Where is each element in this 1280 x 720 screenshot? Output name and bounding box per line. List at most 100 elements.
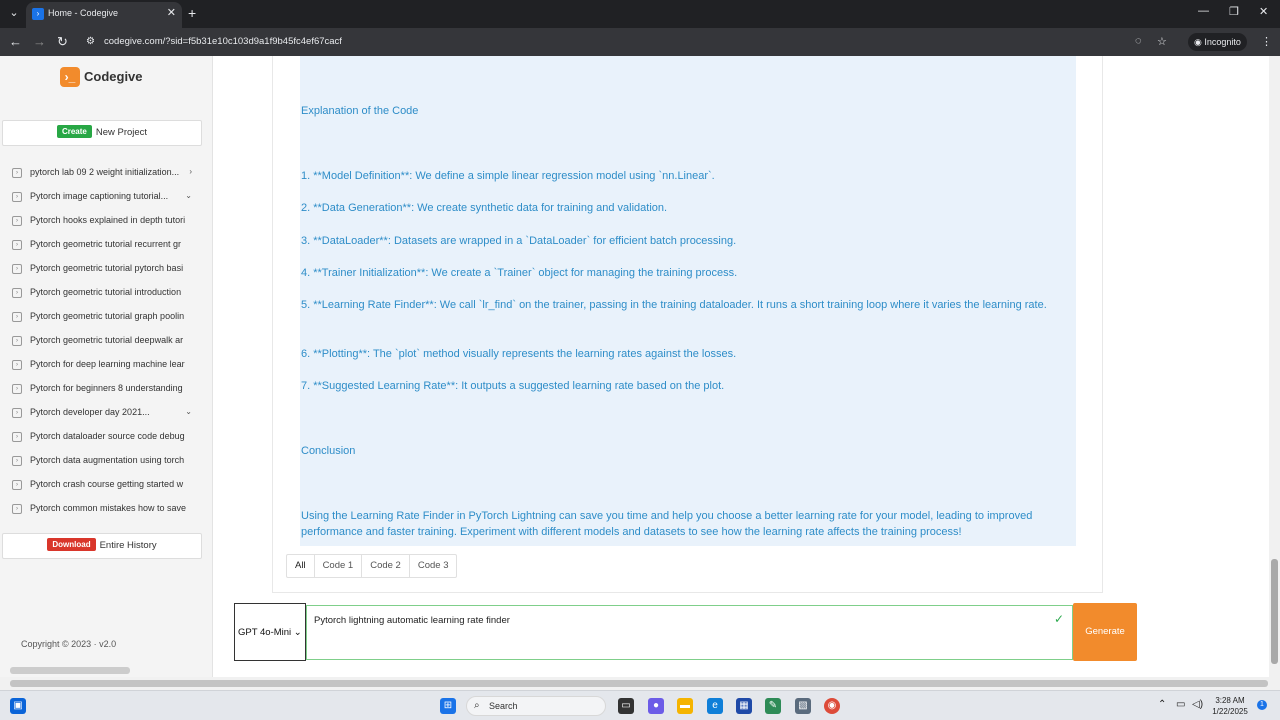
- page-horizontal-scrollbar[interactable]: [0, 677, 1269, 690]
- history-item[interactable]: › Pytorch image captioning tutorial... ⌄: [0, 185, 212, 209]
- chevron-down-icon[interactable]: ⌄: [185, 407, 192, 416]
- sidebar: ›_ Codegive Create New Project › pytorch l…: [0, 56, 213, 690]
- forward-icon[interactable]: →: [33, 34, 46, 50]
- logo-text: Codegive: [84, 69, 143, 84]
- tab-code-1[interactable]: Code 1: [315, 555, 363, 577]
- url-field[interactable]: codegive.com/?sid=f5b31e10c103d9a1f9b45f…: [104, 36, 342, 47]
- horizontal-scroll-thumb[interactable]: [10, 680, 1268, 687]
- chevron-right-icon[interactable]: ›: [189, 167, 192, 176]
- search-icon: ⌕: [474, 700, 480, 711]
- explanation-heading: Explanation of the Code: [301, 105, 419, 117]
- step-item: 7. **Suggested Learning Rate**: It outpu…: [301, 380, 725, 392]
- edge-icon[interactable]: e: [707, 698, 723, 714]
- file-explorer-icon[interactable]: ▬: [677, 698, 693, 714]
- chat-icon[interactable]: ●: [648, 698, 664, 714]
- network-icon[interactable]: ▭: [1176, 699, 1185, 710]
- new-project-label: New Project: [95, 127, 148, 138]
- maximize-icon[interactable]: ❐: [1229, 5, 1239, 18]
- reload-icon[interactable]: ↻: [57, 34, 68, 50]
- create-badge: Create: [56, 125, 92, 138]
- history-item[interactable]: › Pytorch for beginners 8 understanding: [0, 377, 212, 401]
- terminal-icon: ›: [12, 240, 22, 250]
- taskbar-search[interactable]: ⌕ Search: [466, 696, 606, 716]
- incognito-badge[interactable]: ◉ Incognito: [1188, 33, 1247, 51]
- check-icon: ✓: [1053, 612, 1064, 626]
- history-item[interactable]: › Pytorch geometric tutorial introduction: [0, 281, 212, 305]
- history-item[interactable]: › Pytorch hooks explained in depth tutori: [0, 209, 212, 233]
- step-item: 3. **DataLoader**: Datasets are wrapped …: [301, 235, 737, 247]
- model-select[interactable]: GPT 4o-Mini ⌄: [234, 603, 306, 661]
- terminal-icon: ›: [12, 408, 22, 418]
- new-tab-button[interactable]: +: [188, 5, 196, 21]
- chrome-icon[interactable]: ◉: [824, 698, 840, 714]
- chevron-up-icon[interactable]: ⌃: [1158, 699, 1166, 710]
- tab-code-2[interactable]: Code 2: [362, 555, 410, 577]
- window-close-icon[interactable]: ✕: [1259, 5, 1268, 18]
- back-icon[interactable]: ←: [9, 34, 22, 50]
- history-item[interactable]: › Pytorch dataloader source code debug: [0, 425, 212, 449]
- clock[interactable]: 3:28 AM 1/22/2025: [1208, 695, 1252, 717]
- vertical-scroll-thumb[interactable]: [1271, 559, 1278, 664]
- tab-all[interactable]: All: [287, 555, 315, 577]
- history-item-label: pytorch lab 09 2 weight initialization..…: [30, 167, 180, 177]
- widgets-icon[interactable]: ▣: [10, 698, 26, 714]
- answer-text-block: Explanation of the Code 1. **Model Defin…: [300, 56, 1076, 546]
- browser-tab[interactable]: › Home - Codegive ✕: [26, 2, 182, 28]
- notepad-icon[interactable]: ✎: [765, 698, 781, 714]
- codegive-logo-icon: ›_: [60, 67, 80, 87]
- sidebar-scrollbar[interactable]: [10, 667, 130, 674]
- step-item: 5. **Learning Rate Finder**: We call `lr…: [301, 299, 1047, 311]
- minimize-icon[interactable]: —: [1198, 5, 1209, 17]
- bookmark-star-icon[interactable]: ☆: [1157, 35, 1167, 48]
- prompt-input[interactable]: Pytorch lightning automatic learning rat…: [306, 605, 1073, 660]
- notification-badge[interactable]: 1: [1257, 700, 1267, 710]
- volume-icon[interactable]: ◁): [1192, 699, 1203, 710]
- history-item[interactable]: › Pytorch developer day 2021... ⌄: [0, 401, 212, 425]
- tab-search-icon[interactable]: ⌄: [6, 5, 22, 21]
- chevron-down-icon: ⌄: [291, 627, 302, 638]
- step-item: 4. **Trainer Initialization**: We create…: [301, 267, 738, 279]
- terminal-icon: ›: [12, 264, 22, 274]
- tab-code-3[interactable]: Code 3: [410, 555, 457, 577]
- code-tabs: All Code 1 Code 2 Code 3: [286, 554, 458, 578]
- history-item[interactable]: › Pytorch crash course getting started w: [0, 473, 212, 497]
- terminal-icon: ›: [12, 288, 22, 298]
- generate-button[interactable]: Generate: [1073, 603, 1137, 661]
- taskbar: ▣ ⊞ ⌕ Search ▭ ● ▬ e ▦ ✎ ▧ ◉ ⌃ ▭ ◁) 3:28…: [0, 690, 1280, 720]
- chevron-down-icon[interactable]: ⌄: [185, 191, 192, 200]
- history-item[interactable]: › Pytorch for deep learning machine lear: [0, 353, 212, 377]
- incognito-label: Incognito: [1204, 37, 1241, 47]
- history-item[interactable]: › Pytorch geometric tutorial deepwalk ar: [0, 329, 212, 353]
- conclusion-heading: Conclusion: [301, 445, 356, 457]
- eye-off-icon[interactable]: ◌: [1135, 35, 1142, 47]
- terminal-icon: ›: [12, 312, 22, 322]
- history-item[interactable]: › Pytorch geometric tutorial recurrent gr: [0, 233, 212, 257]
- codegive-favicon-icon: ›: [32, 8, 44, 20]
- download-history-button[interactable]: Download Entire History: [2, 533, 202, 559]
- clock-time: 3:28 AM: [1215, 696, 1245, 705]
- new-project-button[interactable]: Create New Project: [2, 120, 202, 146]
- history-item[interactable]: › pytorch lab 09 2 weight initialization.…: [0, 161, 212, 185]
- history-item[interactable]: › Pytorch common mistakes how to save: [0, 497, 212, 521]
- photos-icon[interactable]: ▧: [795, 698, 811, 714]
- tab-title: Home - Codegive: [48, 8, 119, 18]
- history-item-label: Pytorch geometric tutorial graph poolin: [30, 311, 185, 321]
- history-item[interactable]: › Pytorch geometric tutorial graph poolin: [0, 305, 212, 329]
- history-item-label: Pytorch for deep learning machine lear: [30, 359, 185, 369]
- terminal-icon: ›: [12, 168, 22, 178]
- browser-tab-bar: ⌄ › Home - Codegive ✕ + — ❐ ✕: [0, 0, 1280, 28]
- history-item[interactable]: › Pytorch data augmentation using torch: [0, 449, 212, 473]
- tab-close-icon[interactable]: ✕: [167, 6, 176, 19]
- copyright: Copyright © 2023 · v2.0: [21, 639, 117, 649]
- store-icon[interactable]: ▦: [736, 698, 752, 714]
- history-item-label: Pytorch data augmentation using torch: [30, 455, 185, 465]
- history-item[interactable]: › Pytorch geometric tutorial pytorch basi: [0, 257, 212, 281]
- site-info-icon[interactable]: ⚙: [86, 36, 98, 48]
- terminal-icon: ›: [12, 384, 22, 394]
- windows-start-icon[interactable]: ⊞: [440, 698, 456, 714]
- history-item-label: Pytorch geometric tutorial deepwalk ar: [30, 335, 184, 345]
- browser-menu-icon[interactable]: ⋮: [1261, 35, 1272, 48]
- page-vertical-scrollbar[interactable]: [1269, 56, 1280, 690]
- task-view-icon[interactable]: ▭: [618, 698, 634, 714]
- terminal-icon: ›: [12, 432, 22, 442]
